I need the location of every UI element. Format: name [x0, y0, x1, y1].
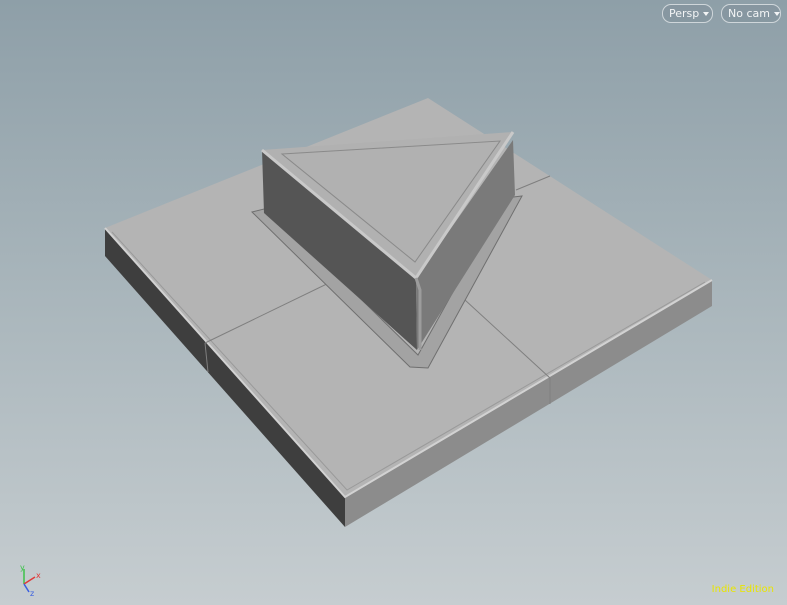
view-menu-label: Persp [669, 7, 700, 20]
camera-menu-button[interactable]: No cam [721, 4, 781, 23]
axis-gizmo-icon: y x z [20, 563, 41, 598]
axis-z-line [23, 583, 30, 593]
3d-viewport[interactable]: Persp No cam y x z Indie Edition [0, 0, 787, 605]
axis-x-label: x [36, 571, 41, 580]
view-menu-button[interactable]: Persp [662, 4, 713, 23]
chevron-down-icon [703, 11, 710, 16]
axis-x-line [23, 576, 36, 585]
scene-geometry[interactable] [0, 0, 787, 605]
edition-label: Indie Edition [711, 584, 774, 595]
axis-y-label: y [20, 563, 25, 572]
chevron-down-icon [773, 11, 780, 16]
axis-z-label: z [30, 589, 34, 598]
camera-menu-label: No cam [728, 7, 770, 20]
